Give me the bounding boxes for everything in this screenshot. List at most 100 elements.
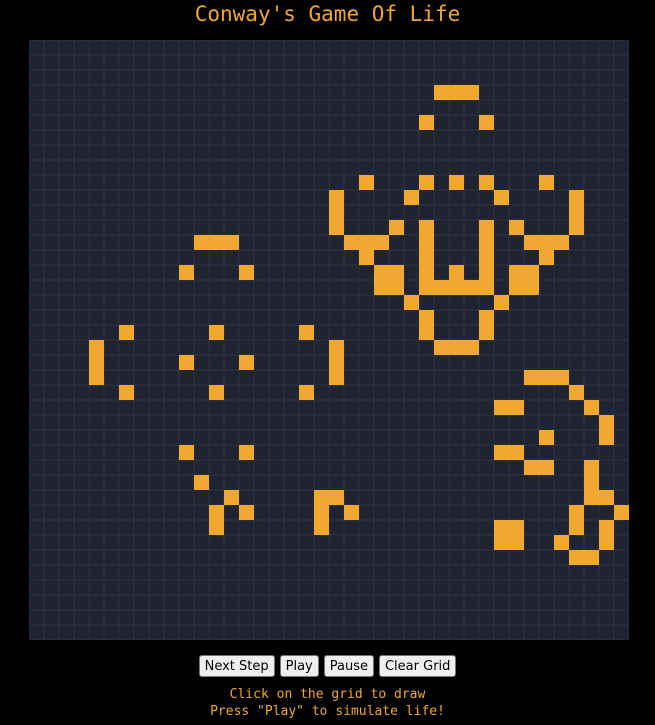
alive-cell[interactable]: [554, 535, 569, 550]
alive-cell[interactable]: [479, 250, 494, 265]
alive-cell[interactable]: [554, 370, 569, 385]
alive-cell[interactable]: [449, 85, 464, 100]
alive-cell[interactable]: [569, 550, 584, 565]
alive-cell[interactable]: [419, 280, 434, 295]
alive-cell[interactable]: [569, 220, 584, 235]
alive-cell[interactable]: [524, 370, 539, 385]
alive-cell[interactable]: [89, 340, 104, 355]
alive-cell[interactable]: [359, 175, 374, 190]
alive-cell[interactable]: [479, 220, 494, 235]
alive-cell[interactable]: [599, 430, 614, 445]
alive-cell[interactable]: [479, 175, 494, 190]
alive-cell[interactable]: [329, 340, 344, 355]
alive-cell[interactable]: [569, 205, 584, 220]
alive-cell[interactable]: [179, 265, 194, 280]
alive-cell[interactable]: [599, 535, 614, 550]
alive-cell[interactable]: [329, 220, 344, 235]
alive-cell[interactable]: [299, 385, 314, 400]
alive-cell[interactable]: [509, 220, 524, 235]
alive-cell[interactable]: [494, 400, 509, 415]
alive-cell[interactable]: [479, 325, 494, 340]
alive-cell[interactable]: [464, 340, 479, 355]
alive-cell[interactable]: [494, 190, 509, 205]
alive-cell[interactable]: [599, 415, 614, 430]
alive-cell[interactable]: [569, 385, 584, 400]
alive-cell[interactable]: [119, 325, 134, 340]
alive-cell[interactable]: [299, 325, 314, 340]
alive-cell[interactable]: [479, 265, 494, 280]
alive-cell[interactable]: [599, 490, 614, 505]
alive-cell[interactable]: [419, 265, 434, 280]
alive-cell[interactable]: [584, 400, 599, 415]
alive-cell[interactable]: [374, 265, 389, 280]
alive-cell[interactable]: [89, 370, 104, 385]
alive-cell[interactable]: [119, 385, 134, 400]
alive-cell[interactable]: [479, 280, 494, 295]
alive-cell[interactable]: [209, 235, 224, 250]
alive-cell[interactable]: [464, 85, 479, 100]
alive-cell[interactable]: [434, 340, 449, 355]
alive-cell[interactable]: [599, 520, 614, 535]
alive-cell[interactable]: [524, 235, 539, 250]
alive-cell[interactable]: [314, 505, 329, 520]
alive-cell[interactable]: [194, 475, 209, 490]
alive-cell[interactable]: [584, 490, 599, 505]
alive-cell[interactable]: [419, 250, 434, 265]
alive-cell[interactable]: [209, 325, 224, 340]
alive-cell[interactable]: [224, 490, 239, 505]
alive-cell[interactable]: [239, 445, 254, 460]
alive-cell[interactable]: [479, 310, 494, 325]
alive-cell[interactable]: [344, 235, 359, 250]
alive-cell[interactable]: [194, 235, 209, 250]
alive-cell[interactable]: [404, 295, 419, 310]
alive-cell[interactable]: [494, 295, 509, 310]
alive-cell[interactable]: [239, 505, 254, 520]
alive-cell[interactable]: [359, 235, 374, 250]
alive-cell[interactable]: [494, 445, 509, 460]
alive-cell[interactable]: [179, 355, 194, 370]
alive-cell[interactable]: [524, 460, 539, 475]
alive-cell[interactable]: [449, 265, 464, 280]
alive-cell[interactable]: [419, 235, 434, 250]
alive-cell[interactable]: [434, 280, 449, 295]
alive-cell[interactable]: [419, 325, 434, 340]
alive-cell[interactable]: [509, 400, 524, 415]
alive-cell[interactable]: [329, 355, 344, 370]
alive-cell[interactable]: [539, 370, 554, 385]
alive-cell[interactable]: [239, 265, 254, 280]
alive-cell[interactable]: [509, 445, 524, 460]
alive-cell[interactable]: [539, 460, 554, 475]
alive-cell[interactable]: [509, 265, 524, 280]
alive-cell[interactable]: [464, 280, 479, 295]
alive-cell[interactable]: [539, 250, 554, 265]
alive-cell[interactable]: [449, 175, 464, 190]
next-step-button[interactable]: Next Step: [198, 655, 275, 677]
alive-cell[interactable]: [359, 250, 374, 265]
alive-cell[interactable]: [344, 505, 359, 520]
alive-cell[interactable]: [329, 205, 344, 220]
alive-cell[interactable]: [479, 235, 494, 250]
alive-cell[interactable]: [374, 280, 389, 295]
alive-cell[interactable]: [89, 355, 104, 370]
alive-cell[interactable]: [404, 190, 419, 205]
alive-cell[interactable]: [329, 490, 344, 505]
alive-cell[interactable]: [374, 235, 389, 250]
play-button[interactable]: Play: [279, 655, 319, 677]
alive-cell[interactable]: [209, 505, 224, 520]
alive-cell[interactable]: [419, 310, 434, 325]
alive-cell[interactable]: [524, 265, 539, 280]
alive-cell[interactable]: [434, 85, 449, 100]
alive-cell[interactable]: [329, 190, 344, 205]
alive-cell[interactable]: [509, 520, 524, 535]
clear-grid-button[interactable]: Clear Grid: [378, 655, 457, 677]
alive-cell[interactable]: [554, 235, 569, 250]
alive-cell[interactable]: [539, 235, 554, 250]
alive-cell[interactable]: [494, 535, 509, 550]
alive-cell[interactable]: [449, 280, 464, 295]
alive-cell[interactable]: [539, 430, 554, 445]
alive-cell[interactable]: [314, 490, 329, 505]
alive-cell[interactable]: [224, 235, 239, 250]
alive-cell[interactable]: [419, 220, 434, 235]
alive-cell[interactable]: [614, 505, 629, 520]
alive-cell[interactable]: [524, 280, 539, 295]
